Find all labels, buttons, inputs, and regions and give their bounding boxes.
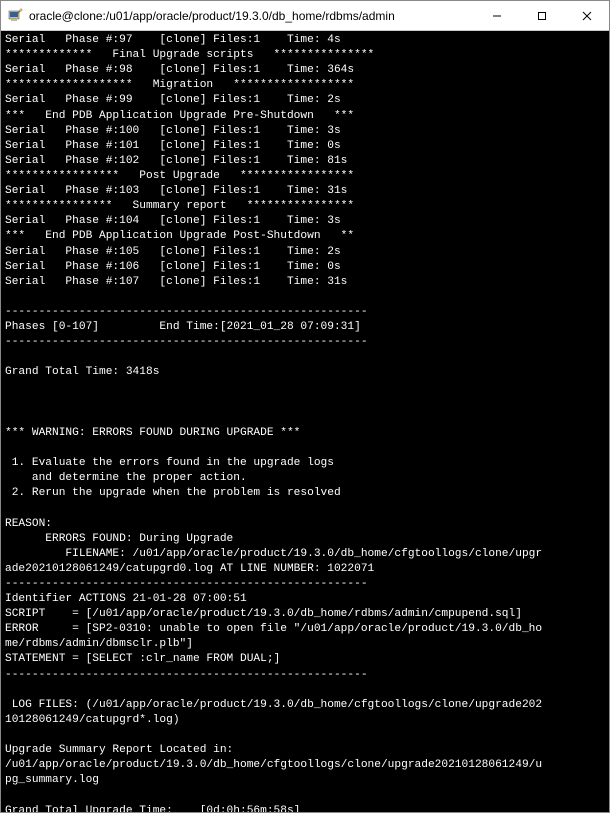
- terminal-line: Serial Phase #:99 [clone] Files:1 Time: …: [5, 93, 605, 108]
- terminal-line: Serial Phase #:106 [clone] Files:1 Time:…: [5, 260, 605, 275]
- terminal-line: STATEMENT = [SELECT :clr_name FROM DUAL;…: [5, 652, 605, 667]
- terminal-line: [5, 683, 605, 698]
- terminal-line: LOG FILES: (/u01/app/oracle/product/19.3…: [5, 698, 605, 713]
- terminal-line: [5, 728, 605, 743]
- terminal-window: oracle@clone:/u01/app/oracle/product/19.…: [0, 0, 610, 813]
- window-title: oracle@clone:/u01/app/oracle/product/19.…: [29, 9, 474, 23]
- terminal-line: Grand Total Upgrade Time: [0d:0h:56m:58s…: [5, 804, 605, 812]
- terminal-line: *** End PDB Application Upgrade Post-Shu…: [5, 229, 605, 244]
- window-controls: [474, 1, 609, 30]
- terminal-line: REASON:: [5, 517, 605, 532]
- terminal-line: 1. Evaluate the errors found in the upgr…: [5, 456, 605, 471]
- terminal-line: [5, 350, 605, 365]
- terminal-line: ----------------------------------------…: [5, 577, 605, 592]
- minimize-button[interactable]: [474, 1, 519, 30]
- terminal-line: ----------------------------------------…: [5, 335, 605, 350]
- terminal-line: Serial Phase #:105 [clone] Files:1 Time:…: [5, 245, 605, 260]
- terminal-line: 2. Rerun the upgrade when the problem is…: [5, 486, 605, 501]
- terminal-line: *** End PDB Application Upgrade Pre-Shut…: [5, 109, 605, 124]
- terminal-line: [5, 290, 605, 305]
- terminal-line: Serial Phase #:101 [clone] Files:1 Time:…: [5, 139, 605, 154]
- terminal-line: [5, 381, 605, 396]
- terminal-line: [5, 501, 605, 516]
- terminal-line: ----------------------------------------…: [5, 668, 605, 683]
- terminal-line: [5, 441, 605, 456]
- terminal-line: and determine the proper action.: [5, 471, 605, 486]
- terminal-line: pg_summary.log: [5, 773, 605, 788]
- terminal-line: ******************* Migration **********…: [5, 78, 605, 93]
- terminal-line: *** WARNING: ERRORS FOUND DURING UPGRADE…: [5, 426, 605, 441]
- terminal-line: me/rdbms/admin/dbmsclr.plb"]: [5, 637, 605, 652]
- terminal-line: Grand Total Time: 3418s: [5, 365, 605, 380]
- terminal-line: ERROR = [SP2-0310: unable to open file "…: [5, 622, 605, 637]
- terminal-line: Serial Phase #:102 [clone] Files:1 Time:…: [5, 154, 605, 169]
- terminal-output[interactable]: Serial Phase #:97 [clone] Files:1 Time: …: [1, 31, 609, 812]
- terminal-line: ************* Final Upgrade scripts ****…: [5, 48, 605, 63]
- terminal-line: SCRIPT = [/u01/app/oracle/product/19.3.0…: [5, 607, 605, 622]
- terminal-line: [5, 788, 605, 803]
- terminal-line: [5, 411, 605, 426]
- terminal-line: FILENAME: /u01/app/oracle/product/19.3.0…: [5, 547, 605, 562]
- maximize-button[interactable]: [519, 1, 564, 30]
- terminal-line: Serial Phase #:103 [clone] Files:1 Time:…: [5, 184, 605, 199]
- titlebar: oracle@clone:/u01/app/oracle/product/19.…: [1, 1, 609, 31]
- terminal-line: ade20210128061249/catupgrd0.log AT LINE …: [5, 562, 605, 577]
- terminal-line: [5, 396, 605, 411]
- terminal-line: 10128061249/catupgrd*.log): [5, 713, 605, 728]
- terminal-line: ----------------------------------------…: [5, 305, 605, 320]
- close-button[interactable]: [564, 1, 609, 30]
- terminal-line: Upgrade Summary Report Located in:: [5, 743, 605, 758]
- terminal-line: Serial Phase #:104 [clone] Files:1 Time:…: [5, 214, 605, 229]
- terminal-line: ERRORS FOUND: During Upgrade: [5, 532, 605, 547]
- terminal-line: Serial Phase #:98 [clone] Files:1 Time: …: [5, 63, 605, 78]
- terminal-line: Serial Phase #:107 [clone] Files:1 Time:…: [5, 275, 605, 290]
- terminal-line: Identifier ACTIONS 21-01-28 07:00:51: [5, 592, 605, 607]
- terminal-line: Serial Phase #:100 [clone] Files:1 Time:…: [5, 124, 605, 139]
- app-icon: [7, 8, 23, 24]
- terminal-line: Serial Phase #:97 [clone] Files:1 Time: …: [5, 33, 605, 48]
- terminal-line: /u01/app/oracle/product/19.3.0/db_home/c…: [5, 758, 605, 773]
- terminal-line: **************** Summary report ********…: [5, 199, 605, 214]
- terminal-line: ***************** Post Upgrade *********…: [5, 169, 605, 184]
- terminal-line: Phases [0-107] End Time:[2021_01_28 07:0…: [5, 320, 605, 335]
